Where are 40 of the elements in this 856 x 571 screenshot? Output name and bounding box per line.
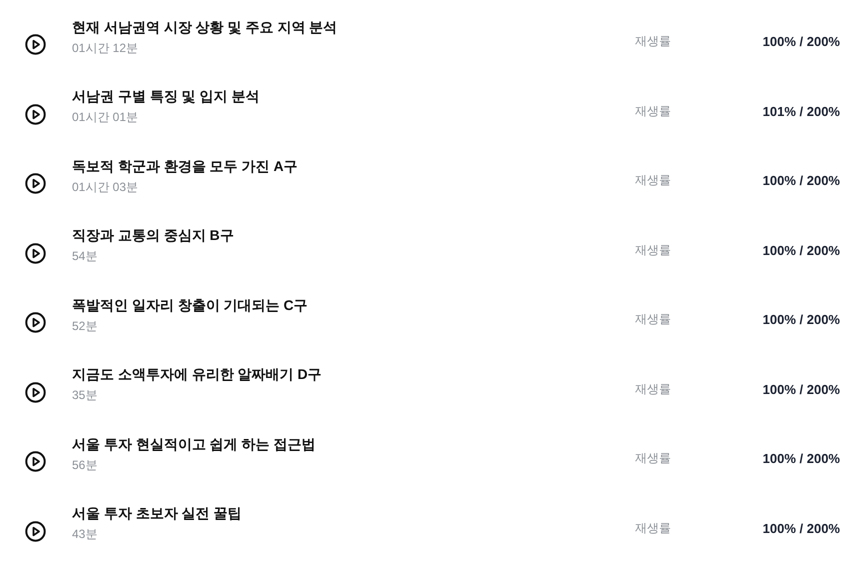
- play-icon[interactable]: [25, 104, 46, 125]
- lecture-title[interactable]: 서울 투자 현실적이고 쉽게 하는 접근법: [72, 436, 635, 454]
- playback-rate-label: 재생률: [635, 450, 672, 468]
- playback-rate-value: 100% / 200%: [762, 451, 840, 466]
- lecture-duration: 54분: [72, 248, 98, 266]
- lecture-duration: 52분: [72, 318, 98, 335]
- play-icon[interactable]: [25, 312, 46, 334]
- playback-rate-value: 100% / 200%: [762, 242, 840, 258]
- playback-rate-label: 재생률: [635, 311, 672, 328]
- playback-rate-label: 재생률: [635, 380, 672, 398]
- lecture-duration: 35분: [72, 387, 98, 404]
- playback-rate-value: 100% / 200%: [762, 312, 840, 328]
- playback-rate-value: 100% / 200%: [762, 34, 840, 50]
- play-icon[interactable]: [25, 451, 46, 472]
- play-icon[interactable]: [25, 520, 46, 542]
- playback-rate-label: 재생률: [635, 520, 672, 537]
- lecture-title[interactable]: 지금도 소액투자에 유리한 알짜배기 D구: [72, 366, 635, 384]
- lecture-title[interactable]: 폭발적인 일자리 창출이 기대되는 C구: [72, 296, 635, 315]
- lecture-title[interactable]: 서남권 구별 특징 및 입지 분석: [72, 88, 635, 106]
- play-icon[interactable]: [25, 242, 46, 264]
- lecture-duration: 43분: [72, 526, 98, 544]
- play-icon[interactable]: [25, 382, 46, 403]
- lecture-duration: 01시간 12분: [72, 40, 140, 57]
- playback-rate-value: 101% / 200%: [762, 104, 840, 119]
- playback-rate-value: 100% / 200%: [762, 173, 840, 188]
- lecture-duration: 01시간 03분: [72, 178, 140, 196]
- play-icon[interactable]: [25, 173, 46, 194]
- lecture-title[interactable]: 독보적 학군과 환경을 모두 가진 A구: [72, 158, 635, 176]
- playback-rate-label: 재생률: [635, 242, 672, 259]
- playback-rate-value: 100% / 200%: [762, 382, 840, 397]
- play-icon[interactable]: [25, 34, 46, 56]
- playback-rate-label: 재생률: [635, 33, 672, 50]
- playback-rate-value: 100% / 200%: [762, 520, 840, 536]
- lecture-title[interactable]: 직장과 교통의 중심지 B구: [72, 227, 635, 246]
- lecture-duration: 56분: [72, 456, 98, 474]
- playback-rate-label: 재생률: [635, 172, 672, 190]
- lecture-duration: 01시간 01분: [72, 109, 140, 126]
- playback-rate-label: 재생률: [635, 102, 672, 120]
- lecture-title[interactable]: 현재 서남권역 시장 상황 및 주요 지역 분석: [72, 18, 635, 37]
- lecture-title[interactable]: 서울 투자 초보자 실전 꿀팁: [72, 505, 635, 524]
